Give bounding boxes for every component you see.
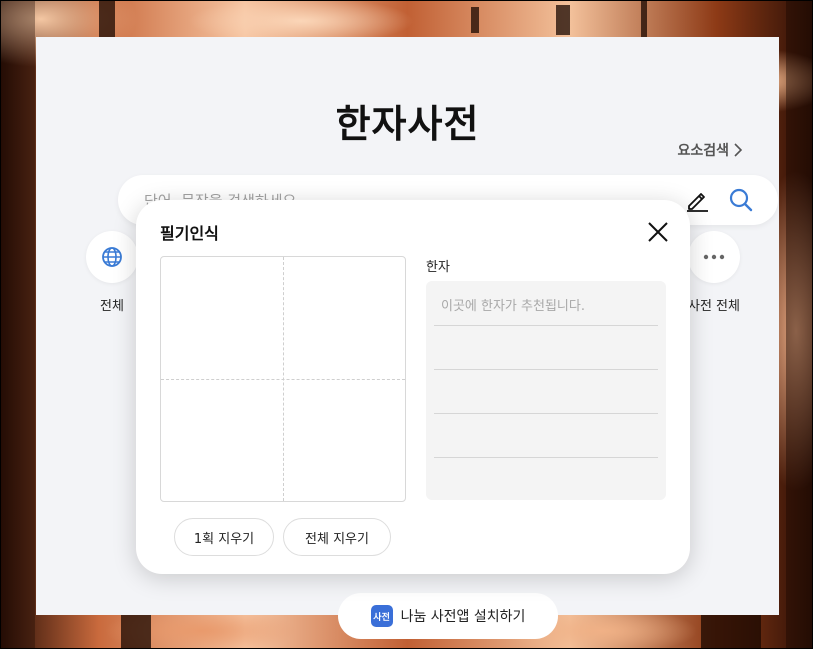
chevron-right-icon xyxy=(734,143,743,157)
element-search-label: 요소검색 xyxy=(677,143,729,159)
dictionary-app-icon: 사전 xyxy=(370,605,393,627)
more-dots-icon xyxy=(703,254,725,260)
handwriting-canvas[interactable] xyxy=(160,256,406,502)
handwriting-modal: 필기인식 한자 이곳에 한자가 추천됩니다. 1획 지우기 전체 지우기 xyxy=(136,200,690,574)
window-frame: 한자사전 요소검색 단어, 문장을 검색하세요 전체 사전 전체 사전 나눔 사… xyxy=(0,0,813,649)
hanja-label: 한자 xyxy=(426,260,450,275)
category-circle xyxy=(86,231,138,283)
category-label: 사전 전체 xyxy=(688,299,740,314)
category-all-dictionaries[interactable]: 사전 전체 xyxy=(683,231,745,314)
install-app-button[interactable]: 사전 나눔 사전앱 설치하기 xyxy=(338,593,558,639)
modal-title: 필기인식 xyxy=(160,224,219,243)
handwriting-pen-icon[interactable] xyxy=(684,187,710,213)
suggestion-hint: 이곳에 한자가 추천됩니다. xyxy=(441,299,585,314)
canvas-guide-horizontal xyxy=(161,379,405,380)
page-title: 한자사전 xyxy=(335,102,480,146)
category-all[interactable]: 전체 xyxy=(84,231,140,314)
install-app-label: 나눔 사전앱 설치하기 xyxy=(400,609,526,625)
clear-all-button[interactable]: 전체 지우기 xyxy=(283,518,391,556)
close-icon[interactable] xyxy=(646,220,670,244)
undo-stroke-button[interactable]: 1획 지우기 xyxy=(174,518,274,556)
category-circle xyxy=(688,231,740,283)
category-label: 전체 xyxy=(100,299,124,314)
suggestion-divider xyxy=(434,457,658,458)
suggestion-divider xyxy=(434,369,658,370)
hanja-suggestion-list: 이곳에 한자가 추천됩니다. xyxy=(426,281,666,500)
suggestion-divider xyxy=(434,325,658,326)
search-icon[interactable] xyxy=(728,187,754,213)
suggestion-divider xyxy=(434,413,658,414)
element-search-link[interactable]: 요소검색 xyxy=(677,140,743,160)
globe-icon xyxy=(102,247,122,267)
